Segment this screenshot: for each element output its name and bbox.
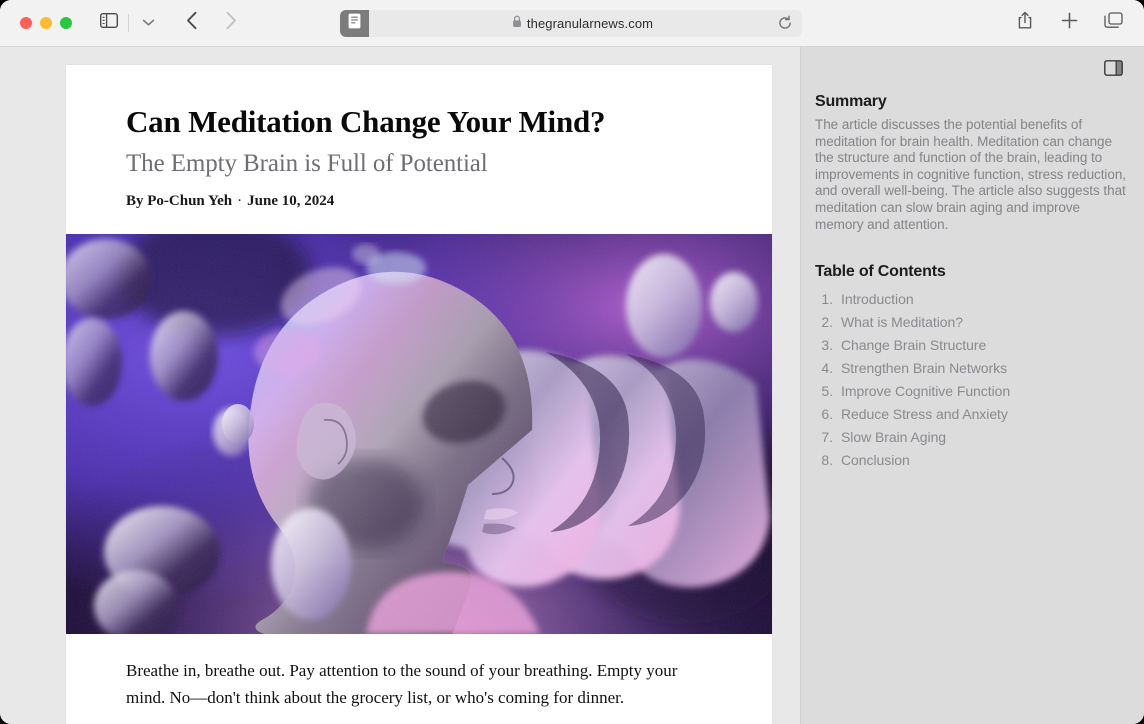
forward-chevron-icon (225, 11, 237, 35)
article-subtitle: The Empty Brain is Full of Potential (126, 149, 488, 177)
sidebar-dropdown-button[interactable] (133, 10, 163, 36)
navigation-buttons (177, 10, 246, 36)
share-icon (1017, 11, 1033, 35)
minimize-window-button[interactable] (40, 17, 52, 29)
sidebar-toggle-button[interactable] (94, 10, 124, 36)
share-button[interactable] (1010, 10, 1040, 36)
browser-window: thegranularnews.com Can Meditation Chang… (0, 0, 1144, 724)
reader-document-icon (348, 13, 361, 34)
article-hero-image (66, 234, 772, 635)
url-display: thegranularnews.com (363, 15, 802, 33)
url-text: thegranularnews.com (526, 16, 654, 31)
toc-number: 1. (821, 290, 833, 307)
byline-date: June 10, 2024 (247, 193, 335, 210)
byline-separator: · (237, 193, 243, 210)
reload-icon (777, 15, 793, 35)
article-byline: By Po-Chun Yeh · June 10, 2024 (126, 193, 712, 210)
toolbar-divider (128, 14, 129, 32)
toc-number: 3. (821, 336, 833, 353)
sidebar-icon (99, 12, 119, 33)
reload-button[interactable] (777, 15, 793, 36)
table-of-contents-list: 1. Introduction 2. What is Meditation? 3… (815, 287, 1130, 471)
web-page-area: Can Meditation Change Your Mind? The Emp… (0, 47, 800, 724)
toc-item[interactable]: 8. Conclusion (815, 448, 1130, 471)
address-bar: thegranularnews.com (340, 10, 802, 37)
toc-item[interactable]: 5. Improve Cognitive Function (815, 379, 1130, 402)
summary-heading: Summary (815, 93, 887, 110)
window-controls (20, 17, 72, 29)
window-content: Can Meditation Change Your Mind? The Emp… (0, 47, 1144, 724)
toolbar-right-actions (1010, 10, 1128, 36)
tab-overview-button[interactable] (1098, 10, 1128, 36)
toc-item[interactable]: 4. Strengthen Brain Networks (815, 356, 1130, 379)
panel-toggle-button[interactable] (1098, 57, 1128, 83)
tabs-icon (1103, 12, 1123, 34)
chevron-down-icon (142, 14, 155, 32)
article-header: Can Meditation Change Your Mind? The Emp… (66, 65, 772, 210)
close-window-button[interactable] (20, 17, 32, 29)
toc-number: 7. (821, 428, 833, 445)
toc-label: Introduction (841, 290, 914, 307)
back-button[interactable] (177, 10, 207, 36)
maximize-window-button[interactable] (60, 17, 72, 29)
toc-label: Strengthen Brain Networks (841, 359, 1008, 376)
panel-toggle-icon (1103, 59, 1123, 81)
toc-label: Reduce Stress and Anxiety (841, 405, 1008, 422)
panel-body: Summary The article discusses the potent… (801, 93, 1144, 471)
toc-label: Change Brain Structure (841, 336, 987, 353)
forward-button[interactable] (216, 10, 246, 36)
table-of-contents-heading: Table of Contents (815, 263, 946, 281)
toc-label: Improve Cognitive Function (841, 382, 1011, 399)
toc-number: 2. (821, 313, 833, 330)
summary-text: The article discusses the potential bene… (815, 117, 1126, 232)
plus-icon (1061, 12, 1078, 34)
toc-number: 4. (821, 359, 833, 376)
article-title: Can Meditation Change Your Mind? (126, 104, 606, 139)
panel-toolbar (801, 47, 1144, 93)
url-input[interactable]: thegranularnews.com (363, 10, 802, 37)
reader-side-panel: Summary The article discusses the potent… (800, 47, 1144, 724)
toc-item[interactable]: 2. What is Meditation? (815, 310, 1130, 333)
toc-number: 8. (821, 451, 833, 468)
toc-item[interactable]: 7. Slow Brain Aging (815, 425, 1130, 448)
toc-label: What is Meditation? (841, 313, 963, 330)
toc-item[interactable]: 6. Reduce Stress and Anxiety (815, 402, 1130, 425)
reader-mode-button[interactable] (340, 10, 369, 37)
browser-toolbar: thegranularnews.com (0, 0, 1144, 47)
toc-item[interactable]: 3. Change Brain Structure (815, 333, 1130, 356)
article-body-paragraph: Breathe in, breathe out. Pay attention t… (126, 661, 678, 707)
byline-author: By Po-Chun Yeh (126, 193, 233, 210)
toc-item[interactable]: 1. Introduction (815, 287, 1130, 310)
new-tab-button[interactable] (1054, 10, 1084, 36)
toc-label: Conclusion (841, 451, 910, 468)
toc-label: Slow Brain Aging (841, 428, 947, 445)
toc-number: 5. (821, 382, 833, 399)
back-chevron-icon (186, 11, 198, 35)
toc-number: 6. (821, 405, 833, 422)
lock-icon (512, 15, 522, 33)
article-card: Can Meditation Change Your Mind? The Emp… (66, 65, 772, 724)
